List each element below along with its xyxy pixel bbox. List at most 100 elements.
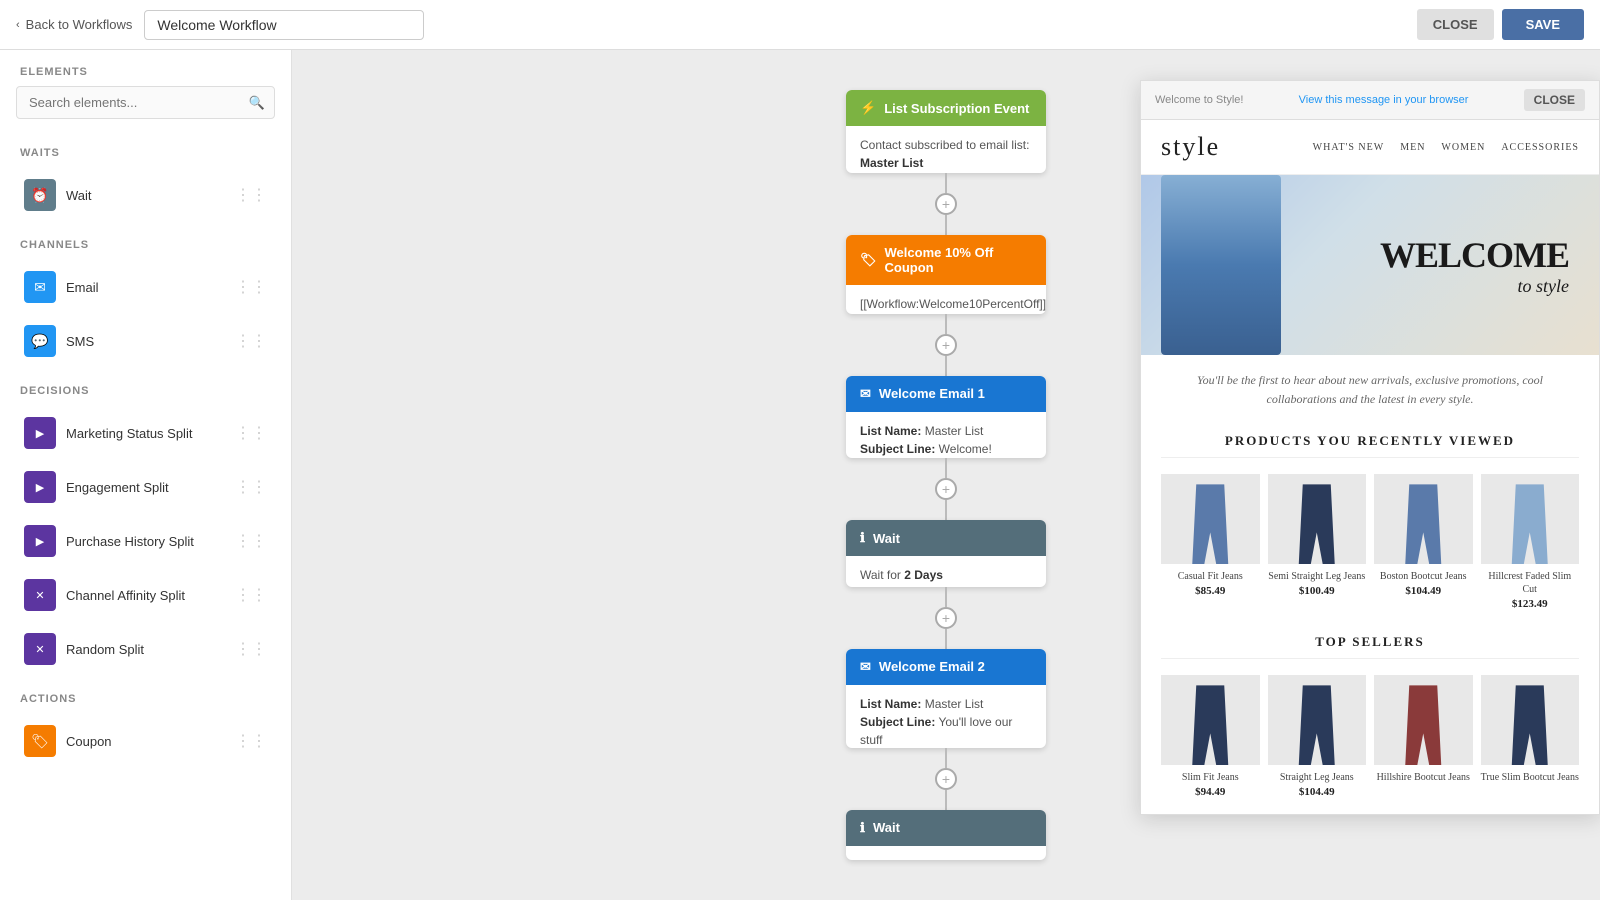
node-icon: ✉ [860, 386, 871, 402]
product-name: Hillcrest Faded Slim Cut [1481, 570, 1580, 596]
node-title: Welcome Email 1 [879, 386, 985, 401]
drag-handle[interactable]: ⋮⋮ [235, 639, 267, 659]
node-header: ℹ Wait [846, 520, 1046, 556]
sidebar-item-channel-affinity-split[interactable]: ✕ Channel Affinity Split ⋮⋮ [8, 569, 283, 621]
product-name: Semi Straight Leg Jeans [1268, 570, 1367, 583]
add-node-button[interactable]: + [935, 334, 957, 356]
add-node-button[interactable]: + [935, 607, 957, 629]
node-list-subscription-event[interactable]: ⚡ List Subscription Event Contact subscr… [846, 90, 1046, 173]
drag-handle[interactable]: ⋮⋮ [235, 423, 267, 443]
main-layout: ELEMENTS 🔍 WAITS ⏰ Wait ⋮⋮ CHANNELS ✉ Em… [0, 50, 1600, 900]
brand-logo: style [1161, 132, 1220, 162]
product-name: Slim Fit Jeans [1161, 771, 1260, 784]
search-input[interactable] [16, 86, 275, 119]
workflow-nodes: ⚡ List Subscription Event Contact subscr… [696, 90, 1196, 860]
nav-link-women[interactable]: WOMEN [1441, 142, 1485, 153]
product-image [1161, 474, 1260, 564]
node-header: ✉ Welcome Email 2 [846, 649, 1046, 685]
recently-viewed-grid: Casual Fit Jeans $85.49 Semi Straight Le… [1141, 458, 1599, 626]
drag-handle[interactable]: ⋮⋮ [235, 331, 267, 351]
drag-handle[interactable]: ⋮⋮ [235, 185, 267, 205]
email-icon: ✉ [24, 271, 56, 303]
node-title: List Subscription Event [884, 101, 1029, 116]
node-icon: ⚡ [860, 100, 876, 116]
node-icon: ℹ [860, 530, 865, 546]
nav-link-accessories[interactable]: ACCESSORIES [1501, 142, 1579, 153]
sidebar-item-purchase-history-split[interactable]: ▶ Purchase History Split ⋮⋮ [8, 515, 283, 567]
node-title: Wait [873, 531, 900, 546]
back-link-label: Back to Workflows [26, 17, 133, 32]
node-body: Wait for 2 Days [846, 556, 1046, 586]
preview-title: Welcome to Style! [1155, 94, 1243, 106]
workflow-title-input[interactable] [144, 10, 424, 40]
drag-handle[interactable]: ⋮⋮ [235, 731, 267, 751]
sidebar-item-coupon[interactable]: 🏷 Coupon ⋮⋮ [8, 715, 283, 767]
sidebar: ELEMENTS 🔍 WAITS ⏰ Wait ⋮⋮ CHANNELS ✉ Em… [0, 50, 292, 900]
sidebar-item-marketing-status-split[interactable]: ▶ Marketing Status Split ⋮⋮ [8, 407, 283, 459]
sidebar-item-email[interactable]: ✉ Email ⋮⋮ [8, 261, 283, 313]
coupon-icon: 🏷 [24, 725, 56, 757]
drag-handle[interactable]: ⋮⋮ [235, 477, 267, 497]
product-price: $94.49 [1161, 786, 1260, 798]
engagement-split-icon: ▶ [24, 471, 56, 503]
purchase-history-split-label: Purchase History Split [66, 534, 225, 549]
node-icon: ✉ [860, 659, 871, 675]
node-wait-1[interactable]: ℹ Wait Wait for 2 Days [846, 520, 1046, 586]
product-image [1374, 474, 1473, 564]
product-card: Slim Fit Jeans $94.49 [1161, 675, 1260, 798]
engagement-split-label: Engagement Split [66, 480, 225, 495]
connector: + [935, 748, 957, 810]
app-header: ‹ Back to Workflows CLOSE SAVE [0, 0, 1600, 50]
connector: + [935, 173, 957, 235]
random-split-icon: ✕ [24, 633, 56, 665]
save-button[interactable]: SAVE [1502, 9, 1584, 40]
preview-close-button[interactable]: CLOSE [1524, 89, 1585, 111]
node-body [846, 846, 1046, 860]
node-body: Contact subscribed to email list:Master … [846, 126, 1046, 173]
connector: + [935, 587, 957, 649]
node-wait-2[interactable]: ℹ Wait [846, 810, 1046, 860]
node-welcome-email-2[interactable]: ✉ Welcome Email 2 List Name: Master List… [846, 649, 1046, 748]
preview-view-browser-link[interactable]: View this message in your browser [1299, 94, 1469, 106]
waits-section-title: WAITS [0, 131, 291, 167]
nav-link-men[interactable]: MEN [1400, 142, 1425, 153]
node-welcome-coupon[interactable]: 🏷 Welcome 10% Off Coupon [[Workflow:Welc… [846, 235, 1046, 314]
product-image [1481, 474, 1580, 564]
node-title: Welcome Email 2 [879, 659, 985, 674]
product-image [1268, 675, 1367, 765]
decisions-section-title: DECISIONS [0, 369, 291, 405]
nav-link-whats-new[interactable]: WHAT'S NEW [1313, 142, 1385, 153]
drag-handle[interactable]: ⋮⋮ [235, 531, 267, 551]
recently-viewed-title: PRODUCTS YOU RECENTLY VIEWED [1161, 425, 1579, 458]
product-price: $104.49 [1268, 786, 1367, 798]
product-card: Straight Leg Jeans $104.49 [1268, 675, 1367, 798]
node-icon: 🏷 [860, 252, 877, 268]
drag-handle[interactable]: ⋮⋮ [235, 585, 267, 605]
search-icon: 🔍 [249, 95, 265, 111]
top-sellers-title: TOP SELLERS [1161, 626, 1579, 659]
channel-affinity-split-icon: ✕ [24, 579, 56, 611]
email-content: style WHAT'S NEW MEN WOMEN ACCESSORIES W… [1141, 120, 1599, 814]
sms-label: SMS [66, 334, 225, 349]
chevron-left-icon: ‹ [16, 19, 20, 31]
add-node-button[interactable]: + [935, 478, 957, 500]
back-to-workflows-link[interactable]: ‹ Back to Workflows [16, 17, 132, 32]
wait-icon: ⏰ [24, 179, 56, 211]
close-button[interactable]: CLOSE [1417, 9, 1494, 40]
node-welcome-email-1[interactable]: ✉ Welcome Email 1 List Name: Master List… [846, 376, 1046, 459]
add-node-button[interactable]: + [935, 768, 957, 790]
drag-handle[interactable]: ⋮⋮ [235, 277, 267, 297]
add-node-button[interactable]: + [935, 193, 957, 215]
random-split-label: Random Split [66, 642, 225, 657]
sidebar-item-sms[interactable]: 💬 SMS ⋮⋮ [8, 315, 283, 367]
product-name: Hillshire Bootcut Jeans [1374, 771, 1473, 784]
product-name: Straight Leg Jeans [1268, 771, 1367, 784]
sidebar-item-engagement-split[interactable]: ▶ Engagement Split ⋮⋮ [8, 461, 283, 513]
sidebar-item-random-split[interactable]: ✕ Random Split ⋮⋮ [8, 623, 283, 675]
node-header: 🏷 Welcome 10% Off Coupon [846, 235, 1046, 285]
product-price: $100.49 [1268, 585, 1367, 597]
node-title: Wait [873, 820, 900, 835]
node-body: List Name: Master List Subject Line: Wel… [846, 412, 1046, 459]
sidebar-item-wait[interactable]: ⏰ Wait ⋮⋮ [8, 169, 283, 221]
node-body: List Name: Master List Subject Line: You… [846, 685, 1046, 748]
